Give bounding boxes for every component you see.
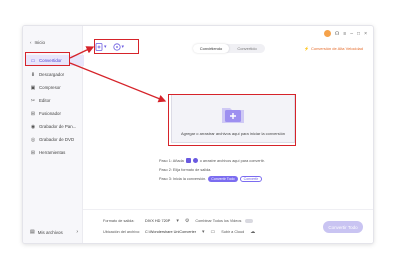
sidebar-item-label: Fusionador	[39, 111, 61, 116]
sidebar-item-editor[interactable]: ✂ Editor	[26, 95, 84, 106]
add-files-button[interactable]: ▾	[95, 43, 107, 51]
load-dvd-button[interactable]: ▾	[112, 43, 125, 51]
file-location-label: Ubicación del archivo:	[103, 230, 141, 234]
merge-label: Combinar Todos los Videos	[195, 219, 242, 223]
sidebar-item-label: Herramientas	[39, 150, 66, 155]
chevron-left-icon: ‹	[30, 40, 32, 45]
menu-icon[interactable]: ≡	[343, 31, 346, 37]
file-location-select[interactable]: C:\Wondershare UniConverter	[145, 230, 196, 234]
conversion-tabs: Convirtiendo Convertido	[193, 44, 265, 53]
folder-icon[interactable]: ▭	[211, 229, 216, 235]
upload-cloud-label: Subir a Cloud	[221, 230, 245, 234]
step-1-suffix: o arrastre archivos aquí para convertir.	[199, 158, 265, 163]
headset-icon[interactable]: ☊	[335, 31, 339, 37]
my-files-label: Mis archivos	[37, 229, 63, 235]
merge-icon: ⊞	[30, 110, 36, 117]
compress-icon: ▣	[30, 84, 36, 91]
chevron-down-icon: ▾	[104, 44, 107, 50]
high-speed-conversion-toggle[interactable]: ⚡ Conversión de Alta Velocidad	[304, 46, 363, 51]
tab-converting[interactable]: Convirtiendo	[193, 44, 229, 53]
add-folder-icon	[222, 108, 244, 123]
dvd-icon: ◎	[30, 136, 36, 143]
my-files-button[interactable]: ▤ Mis archivos ›	[30, 229, 78, 235]
sidebar-item-grabador-pantalla[interactable]: ◉ Grabador de Pan...	[26, 121, 84, 132]
sidebar-item-label: Descargador	[39, 72, 65, 77]
settings-icon[interactable]: ⚙	[185, 218, 189, 224]
add-file-icon	[95, 43, 103, 51]
download-icon: ⬇	[30, 71, 36, 78]
output-format-label: Formato de salida:	[103, 219, 135, 223]
chevron-down-icon: ▾	[121, 44, 125, 50]
sidebar-item-label: Grabador de DVD	[39, 137, 75, 142]
avatar[interactable]	[323, 30, 331, 37]
merge-toggle[interactable]	[245, 219, 254, 223]
convert-all-pill: Convertir Todo	[208, 175, 238, 182]
step-1: Paso 1: Añada o arrastre archivos aquí p…	[159, 156, 265, 165]
app-window: ‹ Inicio ▭ Convertidor ⬇ Descargador ▣ C…	[22, 25, 374, 244]
dvd-load-icon[interactable]	[192, 158, 198, 163]
drop-zone-text: Agregar o arrastrar archivos aquí para i…	[180, 131, 286, 136]
step-2: Paso 2: Elija formato de salida.	[159, 167, 212, 172]
convert-pill: Convertir	[239, 175, 263, 182]
output-format-row: Formato de salida: DIVX HD 720P ▾ ⚙ Comb…	[103, 218, 254, 224]
folder-icon: ▤	[30, 229, 35, 235]
sidebar-item-convertidor[interactable]: ▭ Convertidor	[26, 55, 84, 66]
sidebar-item-label: Convertidor	[39, 58, 62, 63]
lightning-icon: ⚡	[303, 46, 309, 51]
sidebar: ‹ Inicio ▭ Convertidor ⬇ Descargador ▣ C…	[23, 26, 84, 243]
minimize-icon[interactable]: –	[350, 31, 353, 37]
drop-zone[interactable]: Agregar o arrastrar archivos aquí para i…	[171, 94, 295, 143]
toolbar: ▾ ▾	[95, 43, 124, 51]
output-format-select[interactable]: DIVX HD 720P	[145, 219, 170, 223]
step-3: Paso 3: Inicia la conversión. Convertir …	[159, 174, 265, 183]
close-icon[interactable]: ×	[364, 31, 367, 37]
dvd-load-icon	[112, 43, 121, 51]
back-button[interactable]: ‹ Inicio	[30, 40, 45, 45]
sidebar-item-compresor[interactable]: ▣ Compresor	[26, 82, 84, 93]
step-3-text: Paso 3: Inicia la conversión.	[159, 176, 207, 181]
convert-all-button[interactable]: Convertir Todo	[323, 221, 363, 233]
chevron-down-icon[interactable]: ▾	[202, 229, 205, 235]
high-speed-label: Conversión de Alta Velocidad	[310, 46, 363, 51]
grid-icon: ⊞	[30, 149, 36, 156]
instructions: Paso 1: Añada o arrastre archivos aquí p…	[159, 156, 265, 183]
sidebar-item-descargador[interactable]: ⬇ Descargador	[26, 69, 84, 80]
sidebar-item-label: Compresor	[39, 85, 61, 90]
sidebar-item-label: Grabador de Pan...	[39, 124, 77, 129]
file-location-row: Ubicación del archivo: C:\Wondershare Un…	[103, 229, 255, 235]
maximize-icon[interactable]: □	[357, 31, 360, 37]
sidebar-item-label: Editor	[39, 98, 51, 103]
sidebar-item-grabador-dvd[interactable]: ◎ Grabador de DVD	[26, 134, 84, 145]
chevron-right-icon: ›	[76, 229, 78, 235]
add-file-icon[interactable]	[185, 158, 191, 163]
step-1-prefix: Paso 1: Añada	[159, 158, 184, 163]
chevron-down-icon[interactable]: ▾	[176, 218, 179, 224]
screen-record-icon: ◉	[30, 123, 36, 130]
scissors-icon: ✂	[30, 97, 36, 104]
sidebar-item-herramientas[interactable]: ⊞ Herramientas	[26, 147, 84, 158]
bottom-bar: Formato de salida: DIVX HD 720P ▾ ⚙ Comb…	[83, 209, 373, 243]
sidebar-item-fusionador[interactable]: ⊞ Fusionador	[26, 108, 84, 119]
convert-icon: ▭	[30, 57, 36, 64]
cloud-icon[interactable]: ☁	[250, 229, 255, 235]
back-label: Inicio	[34, 40, 46, 45]
title-bar-controls: ☊ ≡ – □ ×	[323, 30, 367, 37]
tab-converted[interactable]: Convertido	[229, 44, 265, 53]
